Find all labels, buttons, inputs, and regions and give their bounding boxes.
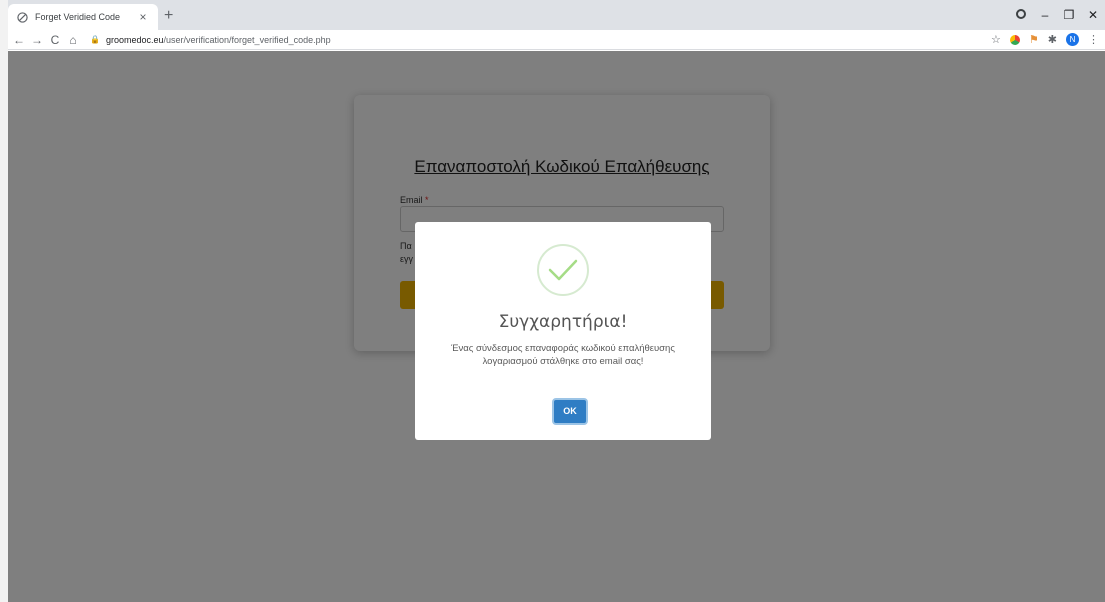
avatar[interactable]: N (1066, 33, 1079, 46)
extension-icon[interactable] (1009, 34, 1020, 45)
new-tab-button[interactable]: + (164, 7, 173, 25)
back-arrow-icon[interactable]: ← (10, 33, 28, 47)
dialog-title: Συγχαρητήρια! (498, 312, 628, 332)
url-text[interactable]: groomedoc.eu/user/verification/forget_ve… (106, 35, 331, 45)
close-window-button[interactable]: ✕ (1081, 8, 1105, 22)
browser-tab[interactable]: Forget Veridied Code × (8, 4, 158, 30)
globe-icon (16, 11, 28, 23)
extensions-area: ☆ ⚑ ✱ N ⋮ (991, 33, 1099, 46)
tab-title: Forget Veridied Code (35, 12, 121, 22)
lock-icon[interactable]: 🔒 (90, 35, 100, 44)
dialog-message: Ένας σύνδεσμος επαναφοράς κωδικού επαλήθ… (451, 343, 675, 367)
record-icon[interactable] (1009, 8, 1033, 22)
address-bar[interactable]: 🔒 groomedoc.eu/user/verification/forget_… (90, 32, 331, 48)
puzzle-icon[interactable]: ✱ (1048, 33, 1057, 46)
forward-arrow-icon[interactable]: → (28, 33, 46, 47)
window-left-edge (0, 0, 8, 602)
home-icon[interactable]: ⌂ (64, 33, 82, 47)
bookmark-star-icon[interactable]: ☆ (991, 33, 1001, 46)
window-controls: – ❐ ✕ (1009, 0, 1105, 30)
ok-button[interactable]: OK (552, 398, 588, 425)
checkmark-icon (537, 244, 589, 296)
success-dialog: Συγχαρητήρια! Ένας σύνδεσμος επαναφοράς … (415, 222, 711, 440)
browser-toolbar: ← → C ⌂ 🔒 groomedoc.eu/user/verification… (0, 30, 1105, 50)
browser-tab-bar: Forget Veridied Code × + – ❐ ✕ (0, 0, 1105, 30)
flag-extension-icon[interactable]: ⚑ (1029, 33, 1039, 46)
maximize-button[interactable]: ❐ (1057, 8, 1081, 22)
close-tab-icon[interactable]: × (136, 10, 150, 24)
page-content: Επαναποστολή Κωδικού Επαλήθευσης Email *… (8, 51, 1105, 602)
reload-icon[interactable]: C (46, 33, 64, 47)
more-menu-icon[interactable]: ⋮ (1088, 33, 1099, 46)
minimize-button[interactable]: – (1033, 8, 1057, 22)
